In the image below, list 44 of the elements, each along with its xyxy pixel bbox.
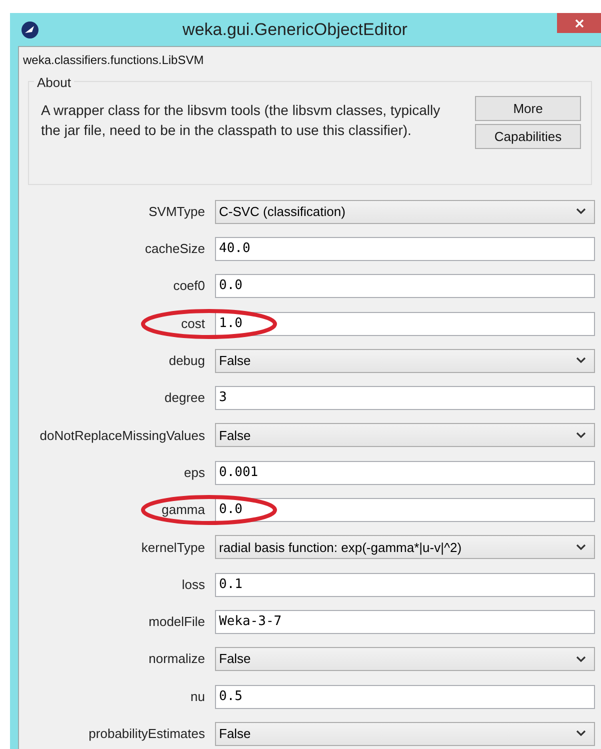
chevron-down-icon xyxy=(576,656,586,663)
property-label: eps xyxy=(184,464,205,482)
input-field[interactable]: 0.001 xyxy=(215,460,595,485)
chevron-down-icon xyxy=(576,544,586,551)
input-field[interactable]: 0.1 xyxy=(215,572,595,597)
chevron-down-icon xyxy=(576,208,586,216)
input-field[interactable]: 0.0 xyxy=(215,274,595,298)
chevron-down-icon xyxy=(576,730,586,738)
property-label: debug xyxy=(168,352,205,370)
property-label: nu xyxy=(190,688,205,706)
window-title: weka.gui.GenericObjectEditor xyxy=(182,18,408,41)
property-label: kernelType xyxy=(141,538,205,557)
chevron-down-icon xyxy=(576,357,586,364)
dropdown[interactable]: False xyxy=(215,423,595,448)
dropdown[interactable]: False xyxy=(215,647,595,672)
chevron-down-icon xyxy=(576,432,586,439)
close-icon xyxy=(574,18,584,28)
property-label: degree xyxy=(164,389,205,408)
about-button[interactable]: More xyxy=(475,96,581,121)
property-label: normalize xyxy=(148,650,205,668)
property-label: coef0 xyxy=(173,277,205,296)
about-button[interactable]: Capabilities xyxy=(475,124,581,149)
class-name-label: weka.classifiers.functions.LibSVM xyxy=(23,52,204,69)
property-label: doNotReplaceMissingValues xyxy=(40,426,205,445)
property-label: probabilityEstimates xyxy=(88,725,205,744)
about-description: A wrapper class for the libsvm tools (the libsvm classes, typically the jar file, need to be in the classpath to use this classifier). xyxy=(41,101,441,140)
input-field[interactable]: 1.0 xyxy=(215,312,595,336)
input-field[interactable]: 0.0 xyxy=(215,498,595,522)
dropdown[interactable]: C-SVC (classification) xyxy=(215,200,595,224)
input-field[interactable]: 3 xyxy=(215,386,595,410)
dropdown[interactable]: radial basis function: exp(-gamma*|u-v|^2) xyxy=(215,535,595,560)
property-label: cost xyxy=(181,314,205,333)
dropdown[interactable]: False xyxy=(215,722,595,746)
input-field[interactable]: Weka-3-7 xyxy=(215,610,595,634)
property-label: SVMType xyxy=(148,202,205,221)
app-logo-icon xyxy=(21,20,39,38)
property-label: cacheSize xyxy=(145,240,205,258)
dropdown[interactable]: False xyxy=(215,348,595,373)
close-button[interactable] xyxy=(557,13,601,33)
property-label: modelFile xyxy=(148,613,205,632)
input-field[interactable]: 0.5 xyxy=(215,684,595,708)
input-field[interactable]: 40.0 xyxy=(215,236,595,261)
property-label: loss xyxy=(182,576,205,594)
property-label: gamma xyxy=(162,501,205,520)
